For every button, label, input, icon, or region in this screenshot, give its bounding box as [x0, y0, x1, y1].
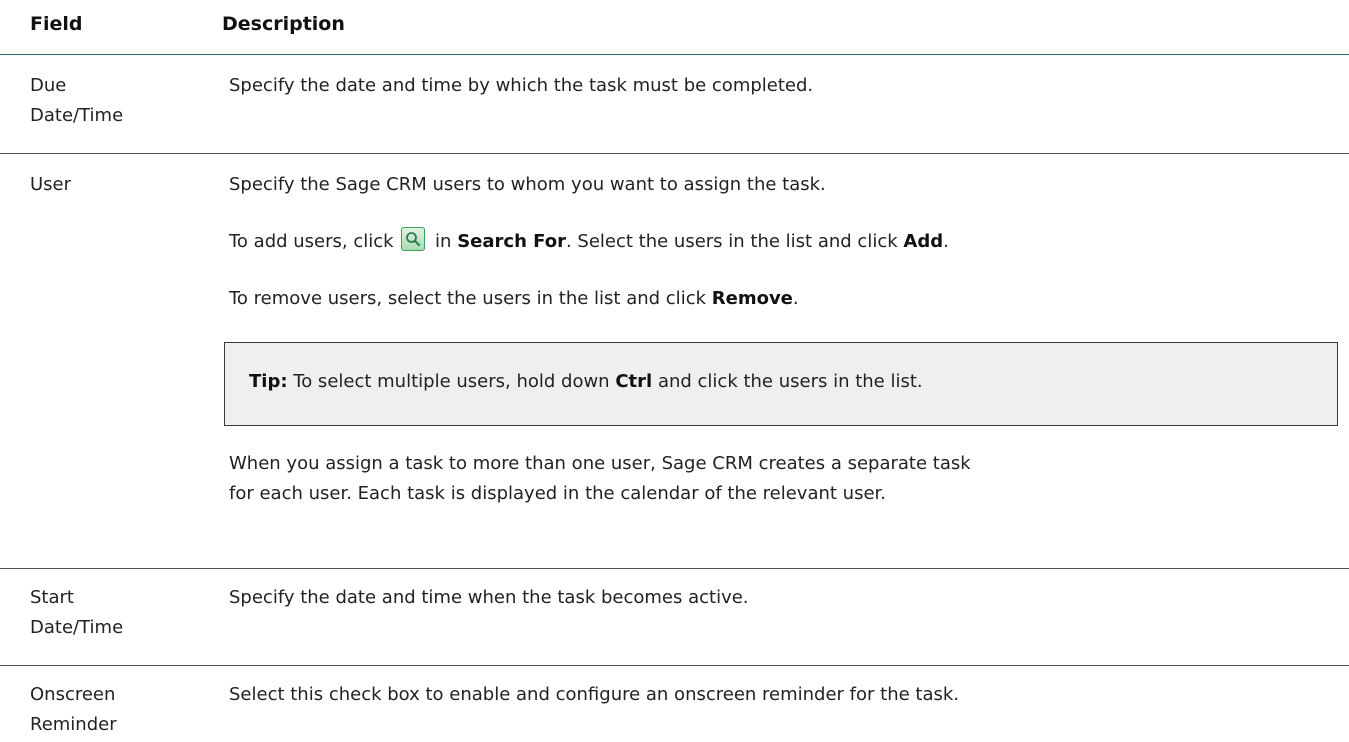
table-header: Field Description — [0, 0, 1349, 55]
field-name: Onscreen Reminder — [30, 684, 117, 735]
field-description: Specify the date and time when the task … — [229, 587, 749, 608]
ui-reference: Search For — [457, 231, 566, 252]
field-description: Select this check box to enable and conf… — [229, 684, 960, 705]
column-header-description: Description — [222, 13, 345, 35]
ui-reference: Remove — [711, 288, 793, 309]
field-name: User — [30, 174, 72, 195]
table-row: Onscreen Reminder Select this check box … — [0, 666, 1349, 742]
field-description: Specify the date and time by which the t… — [229, 75, 814, 96]
field-name: Start Date/Time — [30, 587, 124, 638]
tip-text: Tip: To select multiple users, hold down… — [249, 371, 923, 392]
table-row: Due Date/Time Specify the date and time … — [0, 55, 1349, 154]
table-row: User Specify the Sage CRM users to whom … — [0, 154, 1349, 569]
column-header-field: Field — [30, 13, 83, 35]
table-row: Start Date/Time Specify the date and tim… — [0, 569, 1349, 666]
field-description: To add users, click in Search For. Selec… — [229, 227, 1339, 257]
search-icon — [401, 227, 426, 251]
field-description: To remove users, select the users in the… — [229, 288, 799, 309]
field-description: When you assign a task to more than one … — [229, 453, 971, 504]
ui-reference: Add — [903, 231, 944, 252]
document-page: Field Description Due Date/Time Specify … — [0, 0, 1349, 742]
field-description: Specify the Sage CRM users to whom you w… — [229, 174, 826, 195]
tip-box: Tip: To select multiple users, hold down… — [224, 342, 1338, 426]
tip-label: Tip: — [249, 371, 288, 392]
field-name: Due Date/Time — [30, 75, 124, 126]
ui-reference: Ctrl — [615, 371, 653, 392]
